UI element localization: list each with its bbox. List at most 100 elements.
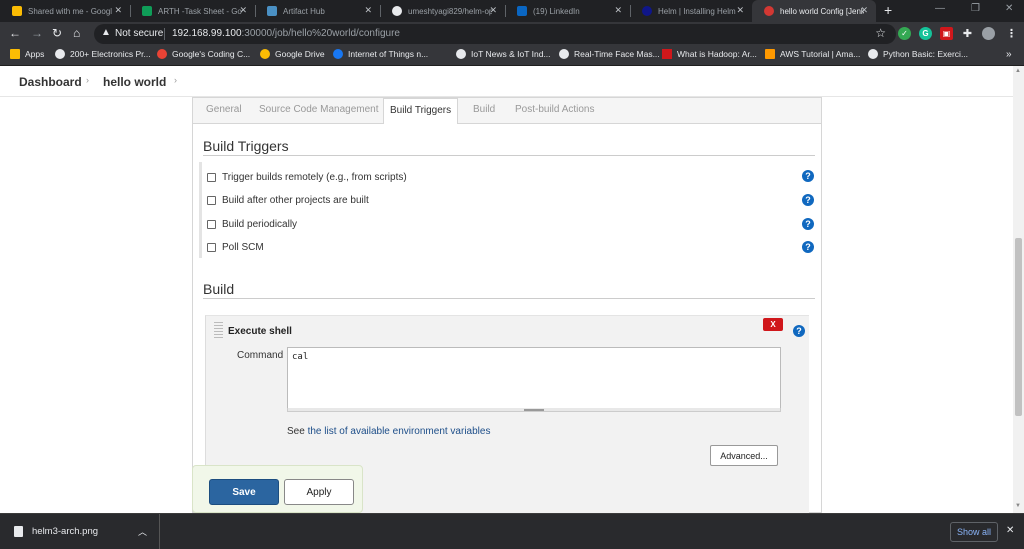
env-vars-link[interactable]: the list of available environment variab… [308,426,491,437]
scrollbar-thumb[interactable] [1015,238,1022,416]
bookmark-label: 200+ Electronics Pr... [70,49,151,59]
home-icon[interactable]: ⌂ [73,26,80,40]
bookmark-label: Apps [25,49,45,59]
close-icon[interactable]: ✕ [860,5,868,16]
tab-build-triggers[interactable]: Build Triggers [383,98,459,124]
help-icon[interactable]: ? [802,194,814,206]
bookmark-label: IoT News & IoT Ind... [471,49,551,59]
close-icon[interactable]: ✕ [1006,525,1014,536]
close-icon[interactable]: ✕ [239,5,247,16]
tab-build[interactable]: Build [473,104,495,115]
maximize-icon[interactable]: ❐ [971,3,980,14]
forward-icon[interactable]: → [31,26,43,40]
profile-avatar-icon[interactable] [982,27,995,40]
tab-source-code-management[interactable]: Source Code Management [259,104,379,115]
bookmark-apps[interactable]: Apps [10,49,44,59]
aws-icon [765,49,775,59]
checkbox-label: Poll SCM [222,242,264,253]
extension-icon[interactable]: ▣ [940,27,953,40]
browser-tab-strip: Shared with me - Google Drive ✕ ARTH -Ta… [0,0,1024,22]
browser-tab-active[interactable]: hello world Config [Jenkins] ✕ [752,0,876,22]
scroll-up-icon[interactable]: ▲ [1015,68,1021,74]
help-icon[interactable]: ? [802,218,814,230]
scroll-down-icon[interactable]: ▼ [1015,503,1021,509]
help-icon[interactable]: ? [802,170,814,182]
help-icon[interactable]: ? [802,241,814,253]
bookmark-item[interactable]: Python Basic: Exerci... [868,49,968,59]
bookmark-item[interactable]: Google Drive [260,49,325,59]
trigger-after-projects-option[interactable]: Build after other projects are built [207,195,369,206]
tab-post-build-actions[interactable]: Post-build Actions [515,104,595,115]
trigger-poll-scm-option[interactable]: Poll SCM [207,242,264,253]
grammarly-extension-icon[interactable]: G [919,27,932,40]
command-textarea[interactable]: cal [287,347,781,409]
close-icon[interactable]: ✕ [489,5,497,16]
browser-tab-title: Helm | Installing Helm [658,6,736,16]
config-form: General Source Code Management Build Tri… [192,97,822,513]
shield-extension-icon[interactable]: ✓ [898,27,911,40]
bookmark-label: AWS Tutorial | Ama... [780,49,861,59]
chevron-right-icon[interactable]: › [86,75,89,85]
artifact-hub-icon [267,6,277,16]
globe-icon [456,49,466,59]
globe-icon [559,49,569,59]
browser-tab[interactable]: (19) LinkedIn ✕ [505,0,630,22]
browser-tab[interactable]: Artifact Hub ✕ [255,0,380,22]
save-button[interactable]: Save [209,479,279,505]
chevron-right-icon[interactable]: › [174,75,177,85]
back-icon[interactable]: ← [9,26,21,40]
bookmark-item[interactable]: IoT News & IoT Ind... [456,49,551,59]
close-window-icon[interactable]: ✕ [1005,3,1013,14]
apply-button[interactable]: Apply [284,479,354,505]
section-bar [199,162,202,258]
bookmark-item[interactable]: Real-Time Face Mas... [559,49,660,59]
bookmark-label: Python Basic: Exerci... [883,49,969,59]
close-icon[interactable]: ✕ [114,5,122,16]
page-scrollbar[interactable]: ▲ ▼ [1013,66,1024,513]
tab-general[interactable]: General [206,104,242,115]
breadcrumb-job[interactable]: hello world [103,75,166,89]
download-item[interactable]: helm3-arch.png ︿ [0,514,160,549]
close-icon[interactable]: ✕ [736,5,744,16]
bookmark-item[interactable]: AWS Tutorial | Ama... [765,49,860,59]
trigger-remote-option[interactable]: Trigger builds remotely (e.g., from scri… [207,172,407,183]
downloads-bar: helm3-arch.png ︿ Show all ✕ [0,513,1024,549]
close-icon[interactable]: ✕ [364,5,372,16]
close-icon[interactable]: ✕ [614,5,622,16]
bookmark-item[interactable]: What is Hadoop: Ar... [662,49,757,59]
google-icon [157,49,167,59]
checkbox[interactable] [207,173,216,182]
bookmark-item[interactable]: Internet of Things n... [333,49,428,59]
checkbox-label: Trigger builds remotely (e.g., from scri… [222,172,407,183]
address-bar[interactable]: ▲ Not secure 192.168.99.100:30000/job/he… [94,24,896,44]
help-icon[interactable]: ? [793,325,805,337]
textarea-resize-handle[interactable] [287,408,781,412]
bookmark-star-icon[interactable]: ☆ [875,26,886,40]
breadcrumb-dashboard[interactable]: Dashboard [19,75,82,89]
trigger-periodically-option[interactable]: Build periodically [207,219,297,230]
bookmarks-overflow-icon[interactable]: » [1006,49,1012,60]
checkbox[interactable] [207,196,216,205]
new-tab-icon[interactable]: + [884,2,892,18]
chevron-up-icon[interactable]: ︿ [138,525,147,538]
bookmark-item[interactable]: Google's Coding C... [157,49,250,59]
advanced-button[interactable]: Advanced... [710,445,778,466]
checkbox[interactable] [207,220,216,229]
kebab-menu-icon[interactable]: ⋮ [1005,27,1018,40]
bookmark-item[interactable]: 200+ Electronics Pr... [55,49,151,59]
env-vars-hint: See the list of available environment va… [287,426,490,437]
drag-handle-icon[interactable] [214,322,223,338]
extensions-puzzle-icon[interactable]: ✚ [961,27,974,40]
security-status[interactable]: Not secure [115,28,163,39]
delete-step-button[interactable]: X [763,318,783,331]
reload-icon[interactable]: ↻ [52,26,62,40]
browser-tab[interactable]: ARTH -Task Sheet - Google Sheets ✕ [130,0,255,22]
bookmark-site-icon [55,49,65,59]
browser-tab[interactable]: Helm | Installing Helm ✕ [630,0,752,22]
checkbox[interactable] [207,243,216,252]
browser-tab-title: hello world Config [Jenkins] [780,6,864,16]
show-all-button[interactable]: Show all [950,522,998,542]
minimize-icon[interactable]: — [935,3,945,14]
browser-tab[interactable]: umeshtyagi829/helm-operator ✕ [380,0,505,22]
browser-tab[interactable]: Shared with me - Google Drive ✕ [0,0,130,22]
